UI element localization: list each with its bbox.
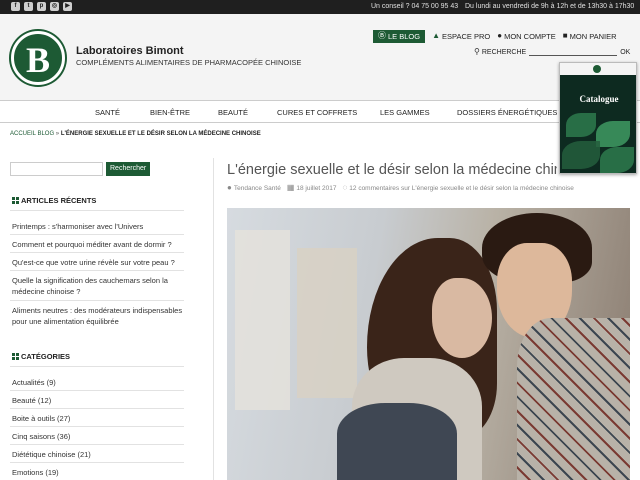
- recent-article-link[interactable]: Quelle la signification des cauchemars s…: [12, 275, 184, 297]
- article-author[interactable]: ● Tendance Santé: [227, 184, 281, 192]
- man-plaid-scarf: [517, 318, 630, 480]
- date-text: 18 juillet 2017: [296, 184, 337, 192]
- nav-item-gammes[interactable]: LES GAMMES: [380, 108, 430, 117]
- catalogue-thumbnail[interactable]: Catalogue: [559, 62, 637, 174]
- blog-button[interactable]: Ⓑ LE BLOG: [373, 29, 426, 43]
- header-search: ⚲ RECHERCHE OK: [474, 48, 630, 56]
- nav-item-beaute[interactable]: BEAUTÉ: [218, 108, 248, 117]
- main-nav: SANTÉ BIEN-ÊTRE BEAUTÉ CURES ET COFFRETS…: [0, 100, 640, 123]
- article-title: L'énergie sexuelle et le désir selon la …: [227, 162, 557, 178]
- sidebar-search-input[interactable]: [10, 162, 103, 176]
- comment-icon: ◌: [342, 183, 348, 192]
- search-ok-button[interactable]: OK: [620, 49, 630, 56]
- facebook-icon[interactable]: f: [11, 2, 20, 11]
- brand-tagline: COMPLÉMENTS ALIMENTAIRES DE PHARMACOPÉE …: [76, 58, 302, 67]
- top-bar: f t p ◎ ▶ Un conseil ? 04 75 00 95 43 Du…: [0, 0, 640, 14]
- calendar-icon: ▦: [286, 183, 295, 192]
- cart-label: MON PANIER: [569, 31, 617, 41]
- breadcrumb-current: L'ÉNERGIE SEXUELLE ET LE DÉSIR SELON LA …: [60, 131, 261, 137]
- search-icon: ⚲: [474, 47, 480, 56]
- category-link[interactable]: Emotions (19): [12, 467, 184, 478]
- youtube-icon[interactable]: ▶: [63, 2, 72, 11]
- grid-icon: [12, 197, 19, 204]
- phone-info: Un conseil ? 04 75 00 95 43: [371, 3, 459, 10]
- divider: [10, 300, 184, 301]
- category-link[interactable]: Diététique chinoise (21): [12, 449, 184, 460]
- author-name: Tendance Santé: [233, 184, 281, 192]
- pinterest-icon[interactable]: p: [37, 2, 46, 11]
- category-link[interactable]: Boite à outils (27): [12, 413, 184, 424]
- opening-hours: Du lundi au vendredi de 9h à 12h et de 1…: [465, 3, 635, 10]
- divider: [10, 426, 184, 427]
- breadcrumb-home[interactable]: ACCUEIL BLOG: [10, 131, 54, 137]
- header-links: Ⓑ LE BLOG ▲ ESPACE PRO ● MON COMPTE ■ MO…: [373, 29, 617, 43]
- blog-label: LE BLOG: [388, 31, 421, 41]
- leaf-decor: [596, 121, 630, 147]
- leaf-decor: [562, 141, 600, 169]
- recent-article-link[interactable]: Aliments neutres : des modérateurs indis…: [12, 305, 184, 327]
- account-link[interactable]: ● MON COMPTE: [497, 32, 556, 41]
- divider: [10, 366, 184, 367]
- divider: [10, 210, 184, 211]
- user-icon: ●: [227, 183, 232, 192]
- comments-text: 12 commentaires sur L'énergie sexuelle e…: [349, 184, 574, 192]
- article-featured-image: [227, 208, 630, 480]
- brand-logo[interactable]: B: [11, 31, 65, 85]
- grid-icon: [12, 353, 19, 360]
- article-comments[interactable]: ◌ 12 commentaires sur L'énergie sexuelle…: [343, 184, 574, 192]
- background-building: [297, 248, 357, 398]
- social-links: f t p ◎ ▶: [11, 2, 72, 11]
- nav-item-cures[interactable]: CURES ET COFFRETS: [277, 108, 357, 117]
- nav-item-sante[interactable]: SANTÉ: [95, 108, 120, 117]
- catalogue-title: Catalogue: [579, 94, 619, 104]
- cart-link[interactable]: ■ MON PANIER: [563, 32, 617, 41]
- brand-name[interactable]: Laboratoires Bimont: [76, 45, 184, 57]
- recent-article-link[interactable]: Comment et pourquoi méditer avant de dor…: [12, 239, 184, 250]
- leaf-decor: [600, 147, 634, 173]
- article-date: ▦ 18 juillet 2017: [287, 184, 337, 192]
- pro-space-label: ESPACE PRO: [442, 31, 491, 41]
- site-header: B Laboratoires Bimont COMPLÉMENTS ALIMEN…: [0, 14, 640, 100]
- pro-space-link[interactable]: ▲ ESPACE PRO: [432, 32, 490, 41]
- recent-article-link[interactable]: Qu'est-ce que votre urine révèle sur vot…: [12, 257, 184, 268]
- article-meta: ● Tendance Santé ▦ 18 juillet 2017 ◌ 12 …: [227, 184, 574, 192]
- categories-label: CATÉGORIES: [21, 352, 71, 361]
- sidebar-search: Rechercher: [10, 162, 151, 176]
- divider: [10, 252, 184, 253]
- divider: [10, 270, 184, 271]
- leaf-decor: [566, 113, 596, 137]
- woman-face: [432, 278, 492, 358]
- categories-title: CATÉGORIES: [12, 352, 70, 361]
- recent-articles-label: ARTICLES RÉCENTS: [21, 196, 97, 205]
- divider: [10, 408, 184, 409]
- building-icon: ▲: [432, 31, 441, 40]
- breadcrumb: ACCUEIL BLOG » L'ÉNERGIE SEXUELLE ET LE …: [10, 131, 261, 137]
- sidebar-search-button[interactable]: Rechercher: [106, 162, 151, 176]
- divider: [10, 462, 184, 463]
- nav-item-dossiers[interactable]: DOSSIERS ÉNERGÉTIQUES: [457, 108, 557, 117]
- recent-article-link[interactable]: Printemps : s'harmoniser avec l'Univers: [12, 221, 184, 232]
- category-link[interactable]: Cinq saisons (36): [12, 431, 184, 442]
- search-label: RECHERCHE: [481, 48, 527, 56]
- user-icon: ●: [497, 31, 503, 40]
- column-divider: [213, 158, 214, 480]
- recent-articles-title: ARTICLES RÉCENTS: [12, 196, 96, 205]
- search-input[interactable]: [529, 48, 618, 56]
- nav-item-bien-etre[interactable]: BIEN-ÊTRE: [150, 108, 190, 117]
- blog-logo-icon: Ⓑ: [378, 31, 386, 40]
- basket-icon: ■: [562, 31, 568, 40]
- account-label: MON COMPTE: [504, 31, 556, 41]
- divider: [10, 444, 184, 445]
- woman-sweater: [337, 403, 457, 480]
- catalogue-logo-icon: [593, 65, 601, 73]
- background-building: [235, 230, 290, 410]
- category-link[interactable]: Actualités (9): [12, 377, 184, 388]
- divider: [10, 390, 184, 391]
- category-link[interactable]: Beauté (12): [12, 395, 184, 406]
- logo-letter: B: [25, 40, 50, 80]
- breadcrumb-separator: »: [55, 131, 60, 137]
- divider: [10, 234, 184, 235]
- instagram-icon[interactable]: ◎: [50, 2, 59, 11]
- twitter-icon[interactable]: t: [24, 2, 33, 11]
